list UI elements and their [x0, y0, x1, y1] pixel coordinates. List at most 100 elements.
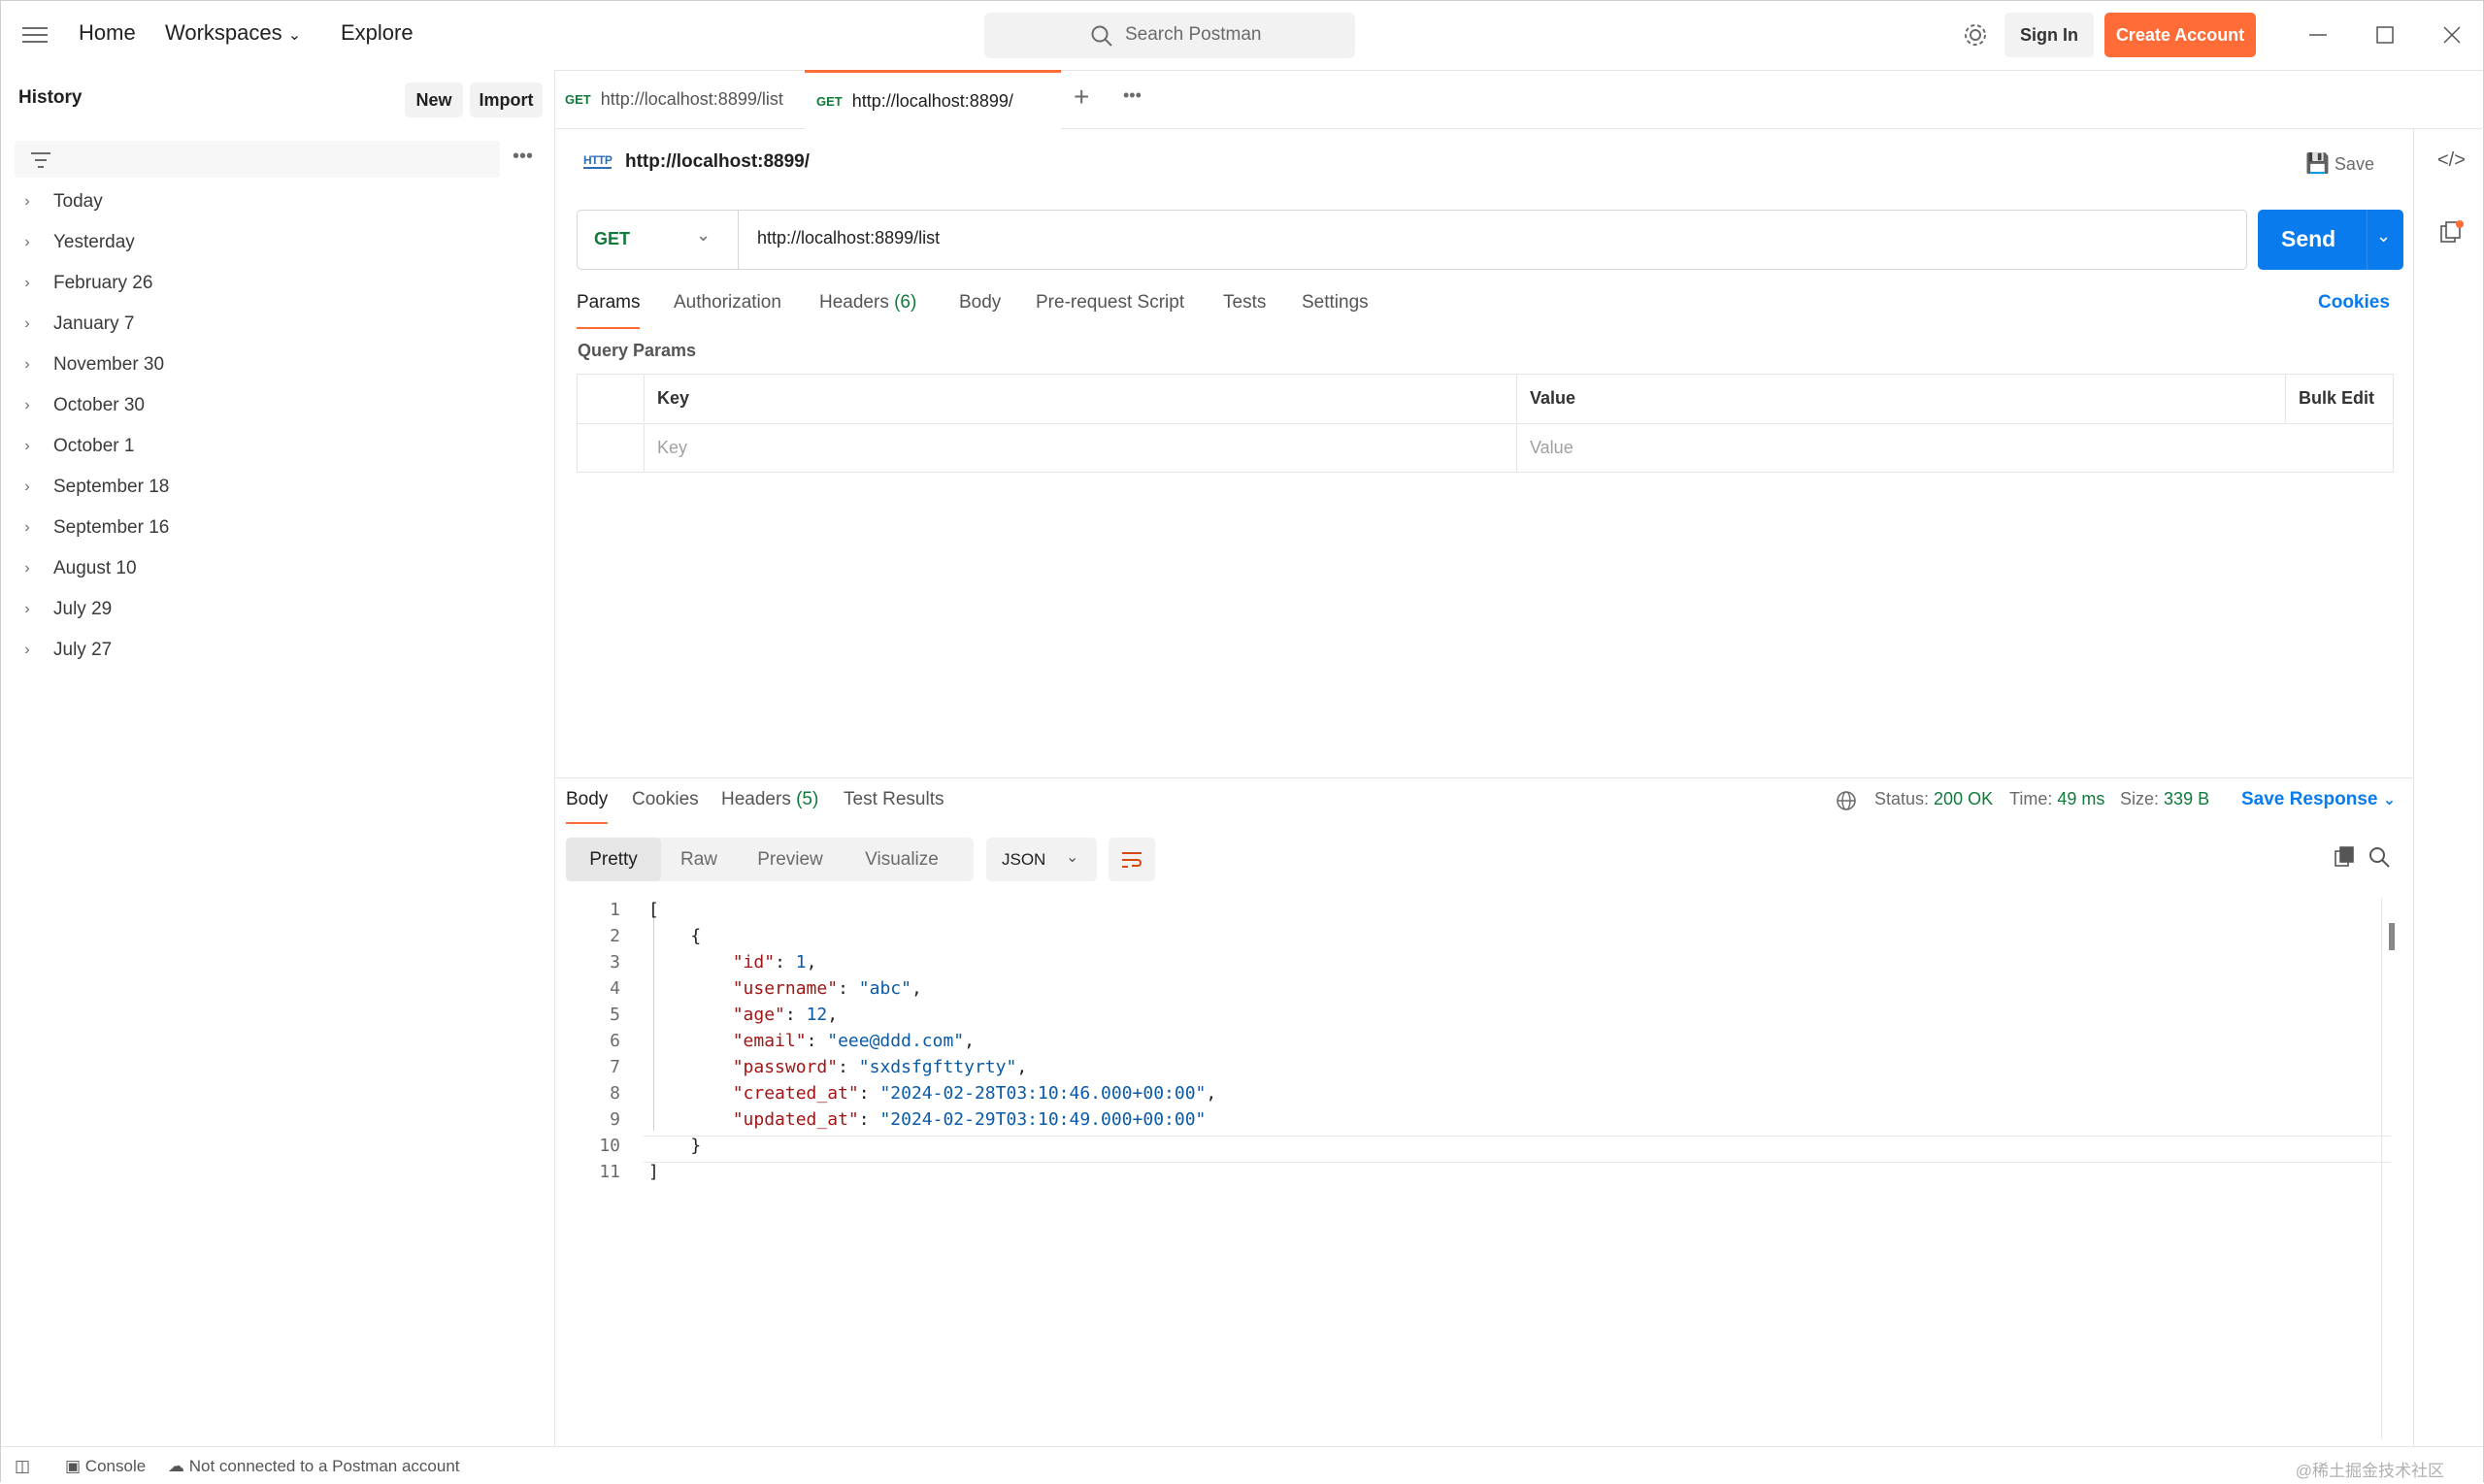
list-item[interactable]: › September 16: [1, 508, 554, 548]
history-item-label: October 1: [53, 436, 135, 456]
tab-body[interactable]: Body: [959, 292, 1001, 327]
tab-tests[interactable]: Tests: [1223, 292, 1266, 327]
send-button[interactable]: Send ⌄: [2258, 210, 2403, 270]
time-readout[interactable]: Time: 49 ms: [2009, 789, 2104, 809]
list-item[interactable]: › January 7: [1, 304, 554, 345]
chevron-right-icon: ›: [24, 478, 30, 495]
view-raw[interactable]: Raw: [661, 838, 737, 881]
sign-in-button[interactable]: Sign In: [2004, 13, 2094, 57]
nav-home[interactable]: Home: [79, 20, 136, 46]
response-tab-headers[interactable]: Headers (5): [721, 789, 818, 822]
method-select[interactable]: GET ⌄: [578, 211, 739, 269]
hamburger-menu-icon[interactable]: [22, 22, 48, 48]
offline-icon: ☁: [168, 1457, 184, 1475]
param-value-input[interactable]: Value: [1516, 424, 2393, 472]
response-tab-test-results[interactable]: Test Results: [844, 789, 944, 822]
url-bar: GET ⌄ http://localhost:8899/list: [577, 210, 2247, 270]
url-input[interactable]: http://localhost:8899/list: [757, 228, 940, 248]
console-button[interactable]: ▣ Console: [65, 1457, 146, 1476]
right-rail: </>: [2413, 128, 2484, 1446]
list-item[interactable]: › July 27: [1, 630, 554, 671]
send-options-chevron-icon[interactable]: ⌄: [2376, 226, 2391, 247]
scrollbar-thumb[interactable]: [2389, 923, 2395, 950]
response-tab-body[interactable]: Body: [566, 789, 609, 824]
chevron-right-icon: ›: [24, 601, 30, 617]
chevron-down-icon: ⌄: [1066, 849, 1079, 866]
list-item[interactable]: › October 1: [1, 426, 554, 467]
history-item-label: September 18: [53, 477, 170, 497]
copy-icon[interactable]: [2333, 845, 2356, 869]
tab-options-icon[interactable]: •••: [1123, 85, 1142, 106]
code-snippet-icon[interactable]: </>: [2437, 149, 2466, 172]
search-icon: [1091, 25, 1112, 47]
chevron-right-icon: ›: [24, 356, 30, 373]
tab-root[interactable]: GET http://localhost:8899/: [805, 70, 1061, 129]
more-options-icon[interactable]: •••: [513, 146, 533, 168]
close-icon[interactable]: [2437, 20, 2467, 49]
response-divider[interactable]: [555, 777, 2413, 778]
history-item-label: August 10: [53, 558, 137, 578]
search-icon[interactable]: [2368, 845, 2391, 869]
tab-list[interactable]: GET http://localhost:8899/list: [565, 70, 793, 128]
history-item-label: November 30: [53, 354, 165, 375]
chevron-right-icon: ›: [24, 560, 30, 577]
response-tab-cookies[interactable]: Cookies: [632, 789, 699, 822]
request-tabs: Params Authorization Headers (6) Body Pr…: [577, 292, 2392, 331]
nav-workspaces[interactable]: Workspaces ⌄: [165, 20, 301, 46]
list-item[interactable]: › July 29: [1, 589, 554, 630]
history-item-label: February 26: [53, 273, 153, 293]
globe-icon[interactable]: [1835, 789, 1858, 812]
history-sidebar: History New Import ••• › Today › Yesterday ›…: [1, 70, 555, 1446]
query-params-table: Key Value Bulk Edit Key Value: [577, 374, 2394, 473]
new-tab-plus-icon[interactable]: +: [1074, 82, 1089, 113]
view-mode-segmented-control: Pretty Raw Preview Visualize: [566, 838, 974, 881]
tab-params[interactable]: Params: [577, 292, 641, 329]
bulk-edit-button[interactable]: Bulk Edit: [2299, 388, 2374, 409]
history-item-label: September 16: [53, 517, 170, 538]
minimize-icon[interactable]: [2303, 20, 2333, 49]
tab-settings[interactable]: Settings: [1302, 292, 1369, 327]
status-footer: ◫ ▣ Console ☁ Not connected to a Postman…: [1, 1446, 2483, 1484]
editor-scrollbar[interactable]: [2381, 898, 2382, 1439]
size-readout[interactable]: Size: 339 B: [2120, 789, 2209, 809]
nav-explore[interactable]: Explore: [341, 20, 414, 46]
chevron-right-icon: ›: [24, 315, 30, 332]
view-pretty[interactable]: Pretty: [566, 838, 661, 881]
param-key-input[interactable]: Key: [644, 424, 1516, 472]
settings-gear-icon[interactable]: [1962, 21, 1989, 49]
tab-pre-request-script[interactable]: Pre-request Script: [1036, 292, 1184, 327]
list-item[interactable]: › October 30: [1, 385, 554, 426]
create-account-button[interactable]: Create Account: [2104, 13, 2256, 57]
maximize-icon[interactable]: [2370, 20, 2400, 49]
search-input[interactable]: Search Postman: [984, 13, 1355, 58]
tab-headers[interactable]: Headers (6): [819, 292, 916, 327]
format-select[interactable]: JSON ⌄: [986, 838, 1097, 881]
list-item[interactable]: › Yesterday: [1, 222, 554, 263]
filter-icon: [31, 152, 50, 168]
account-status[interactable]: ☁ Not connected to a Postman account: [168, 1457, 460, 1476]
toggle-sidebar-icon[interactable]: ◫: [15, 1457, 30, 1476]
status-readout[interactable]: Status: 200 OK: [1874, 789, 1993, 809]
view-preview[interactable]: Preview: [737, 838, 844, 881]
save-response-button[interactable]: Save Response ⌄: [2241, 789, 2396, 810]
list-item[interactable]: › August 10: [1, 548, 554, 589]
save-icon: 💾: [2305, 153, 2330, 175]
tab-authorization[interactable]: Authorization: [674, 292, 781, 327]
list-item[interactable]: › Today: [1, 181, 554, 222]
history-list: › Today › Yesterday › February 26 › January 7 › N…: [1, 181, 554, 671]
view-visualize[interactable]: Visualize: [844, 838, 960, 881]
list-item[interactable]: › September 18: [1, 467, 554, 508]
request-title[interactable]: http://localhost:8899/: [625, 151, 810, 173]
table-header-row: Key Value Bulk Edit: [578, 375, 2393, 422]
response-body-editor[interactable]: 1 2 3 4 5 6 7 8 9 10 11 [ { "id": 1, "us…: [566, 898, 2391, 1441]
history-filter-input[interactable]: [15, 141, 500, 178]
save-button[interactable]: 💾 Save: [2305, 151, 2374, 176]
info-panel-icon[interactable]: [2438, 220, 2464, 246]
list-item[interactable]: › November 30: [1, 345, 554, 385]
list-item[interactable]: › February 26: [1, 263, 554, 304]
cookies-link[interactable]: Cookies: [2318, 292, 2390, 313]
wrap-lines-button[interactable]: [1109, 838, 1155, 881]
chevron-down-icon: ⌄: [287, 27, 302, 44]
import-button[interactable]: Import: [470, 82, 543, 117]
new-button[interactable]: New: [405, 82, 463, 117]
